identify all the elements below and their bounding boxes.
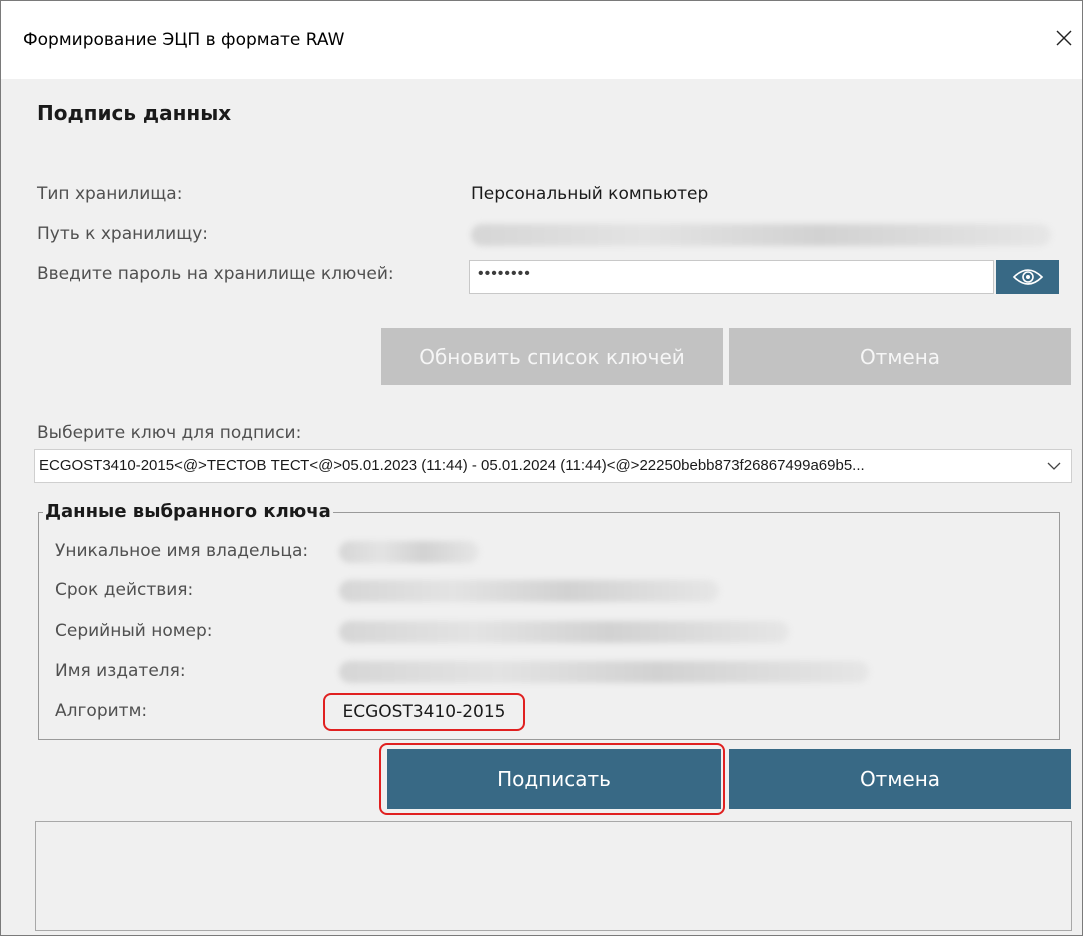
algorithm-value: ECGOST3410-2015 (323, 693, 525, 731)
window-title: Формирование ЭЦП в формате RAW (23, 30, 345, 50)
title-bar: Формирование ЭЦП в формате RAW (1, 1, 1082, 79)
algorithm-label: Алгоритм: (55, 701, 148, 721)
page-title: Подпись данных (37, 101, 232, 125)
owner-value-redacted (339, 541, 479, 563)
refresh-keys-button[interactable]: Обновить список ключей (381, 328, 723, 385)
sign-button-highlight (379, 743, 725, 815)
chevron-down-icon (1047, 462, 1061, 470)
status-log-area (35, 821, 1072, 931)
show-password-button[interactable] (996, 260, 1059, 294)
serial-label: Серийный номер: (55, 621, 213, 641)
dialog-window: Формирование ЭЦП в формате RAW Подпись д… (0, 0, 1083, 936)
owner-label: Уникальное имя владельца: (55, 541, 309, 561)
cancel-top-button[interactable]: Отмена (729, 328, 1071, 385)
eye-icon (1012, 269, 1044, 285)
validity-label: Срок действия: (55, 580, 194, 600)
storage-path-value-redacted (471, 224, 1051, 246)
cancel-button[interactable]: Отмена (729, 749, 1071, 809)
storage-type-value: Персональный компьютер (471, 184, 709, 204)
close-icon[interactable] (1049, 23, 1079, 53)
storage-path-label: Путь к хранилищу: (37, 224, 208, 244)
key-select-value: ECGOST3410-2015<@>ТЕСТОВ ТЕСТ<@>05.01.20… (39, 457, 865, 474)
validity-value-redacted (339, 580, 719, 602)
issuer-value-redacted (339, 661, 869, 683)
password-value: •••••••• (478, 265, 531, 282)
storage-type-label: Тип хранилища: (37, 184, 183, 204)
serial-value-redacted (339, 621, 789, 643)
dialog-content: Подпись данных Тип хранилища: Персональн… (1, 79, 1082, 935)
issuer-label: Имя издателя: (55, 661, 186, 681)
key-details-title: Данные выбранного ключа (43, 501, 333, 522)
key-select[interactable]: ECGOST3410-2015<@>ТЕСТОВ ТЕСТ<@>05.01.20… (34, 449, 1072, 483)
select-key-label: Выберите ключ для подписи: (37, 423, 302, 443)
password-label: Введите пароль на хранилище ключей: (37, 264, 394, 284)
password-input[interactable]: •••••••• (469, 260, 994, 294)
